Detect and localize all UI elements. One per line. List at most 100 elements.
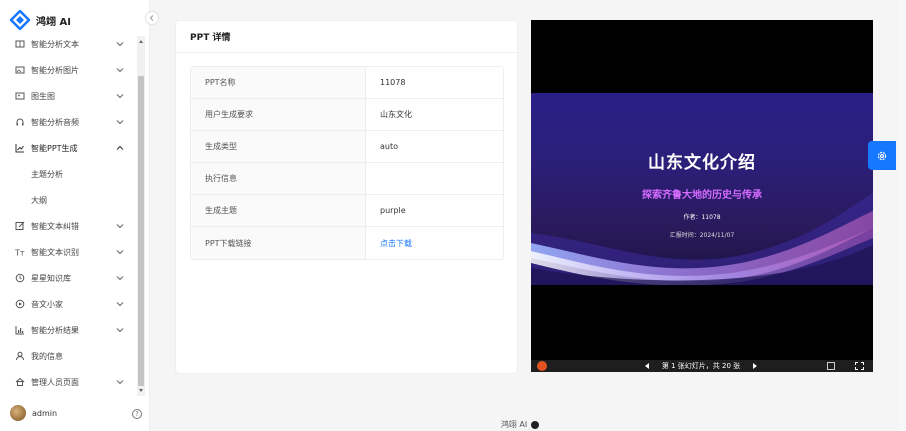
svg-text:Tт: Tт	[15, 249, 25, 258]
sidebar-item-label: 智能文本纠错	[31, 221, 79, 231]
row-label: PPT下载链接	[191, 227, 366, 259]
table-row: 执行信息	[191, 163, 503, 195]
footer-text: 鸿翊 AI	[500, 420, 528, 429]
sidebar-scrollbar[interactable]	[137, 36, 145, 396]
sidebar-item-knowledge-base[interactable]: 星星知识库	[0, 265, 136, 291]
ppt-toolbar: 第 1 张幻灯片，共 20 张	[531, 360, 873, 372]
logo-icon	[10, 10, 30, 30]
sidebar-item-admin-page[interactable]: 管理人员页面	[0, 369, 136, 395]
headphones-icon	[15, 117, 25, 127]
row-value: auto	[380, 142, 399, 151]
chevron-down-icon	[116, 328, 124, 333]
picture-icon	[15, 91, 25, 101]
chevron-down-icon	[116, 68, 124, 73]
sidebar-item-label: 智能分析音频	[31, 117, 79, 127]
sidebar-item-image-analysis[interactable]: 智能分析图片	[0, 57, 136, 83]
help-icon[interactable]: ?	[132, 409, 142, 419]
previous-slide-icon[interactable]	[645, 363, 649, 369]
sidebar-item-ppt-generation[interactable]: 智能PPT生成	[0, 135, 136, 161]
sidebar-item-label: 星星知识库	[31, 273, 71, 283]
brand-name: 鸿翊 AI	[36, 16, 71, 28]
chevron-down-icon	[116, 380, 124, 385]
sidebar-item-label: 智能分析图片	[31, 65, 79, 75]
user-name: admin	[32, 408, 58, 418]
sidebar-item-text-correction[interactable]: 智能文本纠错	[0, 213, 136, 239]
home-icon	[15, 377, 25, 387]
user-icon	[15, 351, 25, 361]
next-slide-icon[interactable]	[753, 363, 757, 369]
table-row: 用户生成要求 山东文化	[191, 99, 503, 131]
sidebar-subitem-theme-analysis[interactable]: 主题分析	[0, 161, 136, 187]
sidebar: 鸿翊 AI 智能分析文本 智能分析图片 图生图 智能分析音频 智能PPT生成 主…	[0, 0, 150, 431]
sidebar-item-my-info[interactable]: 我的信息	[0, 343, 136, 369]
settings-button[interactable]	[868, 141, 896, 170]
play-circle-icon	[15, 299, 25, 309]
chevron-down-icon	[116, 302, 124, 307]
chevron-left-icon	[149, 15, 154, 21]
table-row: 生成主题 purple	[191, 195, 503, 227]
line-chart-icon	[15, 143, 25, 153]
chevron-down-icon	[116, 94, 124, 99]
row-label: 执行信息	[191, 163, 366, 194]
sidebar-item-image-to-image[interactable]: 图生图	[0, 83, 136, 109]
table-row: PPT下载链接 点击下载	[191, 227, 503, 259]
chevron-down-icon	[116, 276, 124, 281]
office-logo-icon[interactable]	[537, 361, 547, 371]
view-mode-icon[interactable]	[827, 362, 835, 370]
sidebar-item-label: 图生图	[31, 91, 55, 101]
slide-title: 山东文化介绍	[648, 153, 756, 173]
chevron-down-icon	[116, 224, 124, 229]
ppt-preview[interactable]: 山东文化介绍 探索齐鲁大地的历史与传承 作者：11078 汇报时间：2024/1…	[531, 20, 873, 372]
scroll-down-arrow-icon[interactable]	[139, 389, 143, 392]
table-row: 生成类型 auto	[191, 131, 503, 163]
clock-icon	[15, 273, 25, 283]
scrollbar-thumb[interactable]	[138, 76, 144, 386]
sidebar-item-label: 智能分析文本	[31, 39, 79, 49]
gear-icon	[877, 151, 887, 160]
slide: 山东文化介绍 探索齐鲁大地的历史与传承 作者：11078 汇报时间：2024/1…	[531, 93, 873, 285]
brand[interactable]: 鸿翊 AI	[10, 9, 71, 31]
page-scrollbar[interactable]	[898, 0, 906, 431]
sidebar-item-label: 智能文本识别	[31, 247, 79, 257]
row-value: 山东文化	[380, 110, 412, 119]
chevron-down-icon	[116, 42, 124, 47]
row-value: 11078	[380, 78, 406, 87]
edit-icon	[15, 221, 25, 231]
sidebar-item-audio-analysis[interactable]: 智能分析音频	[0, 109, 136, 135]
sidebar-item-audio-text-home[interactable]: 音文小家	[0, 291, 136, 317]
sidebar-item-label: 管理人员页面	[31, 377, 79, 387]
sidebar-subitem-outline[interactable]: 大纲	[0, 187, 136, 213]
sidebar-item-label: 我的信息	[31, 351, 63, 361]
avatar	[10, 405, 26, 421]
chevron-up-icon	[116, 145, 124, 150]
sidebar-item-label: 智能PPT生成	[31, 143, 78, 153]
collapse-sidebar-button[interactable]	[145, 11, 159, 25]
slide-date: 汇报时间：2024/11/07	[669, 232, 735, 239]
fullscreen-icon[interactable]	[855, 362, 864, 370]
slide-counter: 第 1 张幻灯片，共 20 张	[661, 362, 741, 370]
document-icon	[15, 39, 25, 49]
scroll-up-arrow-icon[interactable]	[139, 40, 143, 43]
sidebar-item-text-recognition[interactable]: Tт 智能文本识别	[0, 239, 136, 265]
github-icon[interactable]	[531, 420, 540, 429]
sidebar-menu: 智能分析文本 智能分析图片 图生图 智能分析音频 智能PPT生成 主题分析 大纲	[0, 31, 136, 398]
slide-author: 作者：11078	[683, 214, 721, 221]
row-value	[366, 163, 503, 194]
sidebar-item-label: 智能分析结果	[31, 325, 79, 335]
download-link[interactable]: 点击下载	[380, 238, 412, 249]
user-profile[interactable]: admin	[10, 405, 57, 421]
sidebar-item-text-analysis[interactable]: 智能分析文本	[0, 31, 136, 57]
text-icon: Tт	[15, 247, 25, 258]
bar-chart-icon	[15, 325, 25, 335]
row-value: purple	[380, 206, 406, 215]
slide-subtitle: 探索齐鲁大地的历史与传承	[642, 190, 762, 201]
row-value: 点击下载	[366, 227, 503, 259]
row-label: 生成类型	[191, 131, 366, 162]
row-label: 生成主题	[191, 195, 366, 226]
row-label: PPT名称	[191, 67, 366, 98]
sidebar-item-analysis-results[interactable]: 智能分析结果	[0, 317, 136, 343]
row-label: 用户生成要求	[191, 99, 366, 130]
table-row: PPT名称 11078	[191, 67, 503, 99]
sidebar-item-label: 音文小家	[31, 299, 63, 309]
footer: 鸿翊 AI	[480, 418, 560, 431]
